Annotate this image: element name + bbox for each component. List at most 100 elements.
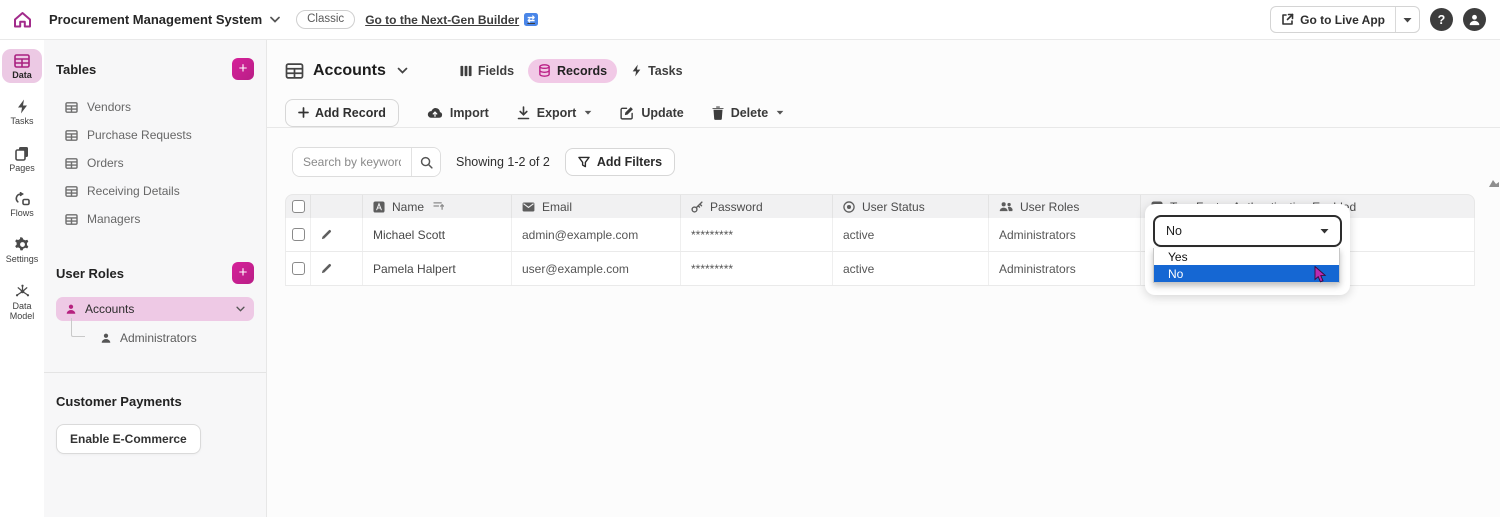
export-button[interactable]: Export [517,106,593,120]
home-icon[interactable] [13,11,32,28]
column-header-label: User Status [862,200,925,214]
sidebar-item-accounts-role[interactable]: Accounts [56,297,254,321]
option-yes[interactable]: Yes [1154,248,1339,265]
delete-label: Delete [731,106,769,120]
tab-label: Tasks [648,64,683,78]
cell-password[interactable]: ********* [681,252,833,285]
sidebar-item-label: Vendors [87,100,131,114]
rail-item-tasks[interactable]: Tasks [2,94,42,129]
rail-item-data-model[interactable]: Data Model [2,279,42,325]
column-header-name[interactable]: Name [363,195,512,218]
pages-icon [15,146,29,161]
tab-tasks[interactable]: Tasks [621,59,693,83]
app-title: Procurement Management System [49,12,262,27]
column-header-user-roles[interactable]: User Roles [989,195,1141,218]
nextgen-builder-link-label: Go to the Next-Gen Builder [365,13,519,27]
column-header-email[interactable]: Email [512,195,681,218]
user-roles-header-label: User Roles [56,266,124,281]
sidebar-item-label: Managers [87,212,140,226]
row-checkbox[interactable] [292,228,305,241]
lightning-icon [16,99,29,114]
nextgen-builder-link[interactable]: Go to the Next-Gen Builder ⇄ [365,13,538,27]
live-app-button-group: Go to Live App [1270,6,1420,33]
columns-icon [460,65,472,77]
help-button[interactable]: ? [1430,8,1453,31]
search-input[interactable] [293,148,411,176]
import-button[interactable]: Import [427,106,489,120]
cell-email[interactable]: user@example.com [512,252,681,285]
cell-password[interactable]: ********* [681,218,833,251]
tab-fields[interactable]: Fields [450,59,524,83]
rail-item-settings[interactable]: Settings [2,232,42,267]
caret-down-icon [1403,17,1412,23]
customer-payments-header: Customer Payments [56,394,254,409]
scroll-indicator[interactable] [1489,180,1499,187]
users-icon [999,201,1013,212]
edit-pencil-icon[interactable] [321,263,332,274]
table-switcher-chevron-down-icon[interactable] [397,67,408,74]
tab-label: Fields [478,64,514,78]
select-all-checkbox[interactable] [292,200,305,213]
edit-pencil-icon[interactable] [321,229,332,240]
sidebar-item-label: Orders [87,156,124,170]
search-button[interactable] [411,148,440,176]
cell-name[interactable]: Michael Scott [363,218,512,251]
filter-icon [578,156,590,168]
sidebar-item-orders[interactable]: Orders [56,149,254,177]
option-no[interactable]: No [1154,265,1339,282]
sort-ascending-icon [433,202,444,211]
cell-user-roles[interactable]: Administrators [989,218,1141,251]
rail-item-label: Flows [10,208,34,218]
record-toolbar: Add Record Import Export Update Delete [267,88,1500,128]
sidebar-item-label: Accounts [85,302,134,316]
search-row: Showing 1-2 of 2 Add Filters [267,128,1500,183]
row-checkbox[interactable] [292,262,305,275]
column-header-label: User Roles [1020,200,1079,214]
sidebar: Tables + Vendors Purchase Requests Order… [44,40,267,517]
cell-user-status[interactable]: active [833,218,989,251]
delete-button[interactable]: Delete [712,106,785,120]
select-all-cell [286,195,311,218]
lightning-icon [631,64,642,77]
rail-item-label: Data [12,70,32,80]
add-filters-button[interactable]: Add Filters [565,148,675,176]
two-factor-select-value: No [1166,224,1182,238]
cell-name[interactable]: Pamela Halpert [363,252,512,285]
database-icon [538,64,551,77]
rail-item-flows[interactable]: Flows [2,187,42,221]
sidebar-item-label: Purchase Requests [87,128,192,142]
sidebar-item-managers[interactable]: Managers [56,205,254,233]
rail-item-pages[interactable]: Pages [2,141,42,176]
enable-ecommerce-button[interactable]: Enable E-Commerce [56,424,201,454]
sidebar-item-vendors[interactable]: Vendors [56,93,254,121]
live-app-dropdown-button[interactable] [1395,7,1419,32]
person-icon [65,303,77,315]
sidebar-item-administrators-role[interactable]: Administrators [56,325,254,351]
sidebar-item-receiving-details[interactable]: Receiving Details [56,177,254,205]
nav-rail: Data Tasks Pages Flows Settings [0,40,44,517]
update-button[interactable]: Update [620,106,683,120]
tree-connector [71,318,85,337]
tab-records[interactable]: Records [528,59,617,83]
plus-icon [298,107,309,118]
cell-user-roles[interactable]: Administrators [989,252,1141,285]
text-field-icon [373,201,385,213]
column-header-user-status[interactable]: User Status [833,195,989,218]
app-title-chevron-down-icon[interactable] [270,16,280,23]
sidebar-item-purchase-requests[interactable]: Purchase Requests [56,121,254,149]
tab-label: Records [557,64,607,78]
top-bar: Procurement Management System Classic Go… [0,0,1500,40]
cell-user-status[interactable]: active [833,252,989,285]
add-record-button[interactable]: Add Record [285,99,399,127]
sidebar-item-label: Administrators [120,331,197,345]
go-to-live-app-button[interactable]: Go to Live App [1271,7,1395,32]
two-factor-select[interactable]: No [1153,215,1342,247]
cloud-upload-icon [427,107,443,119]
add-role-button[interactable]: + [232,262,254,284]
cell-email[interactable]: admin@example.com [512,218,681,251]
rail-item-data[interactable]: Data [2,49,42,83]
person-icon [100,332,112,344]
user-avatar-button[interactable] [1463,8,1486,31]
add-table-button[interactable]: + [232,58,254,80]
column-header-password[interactable]: Password [681,195,833,218]
